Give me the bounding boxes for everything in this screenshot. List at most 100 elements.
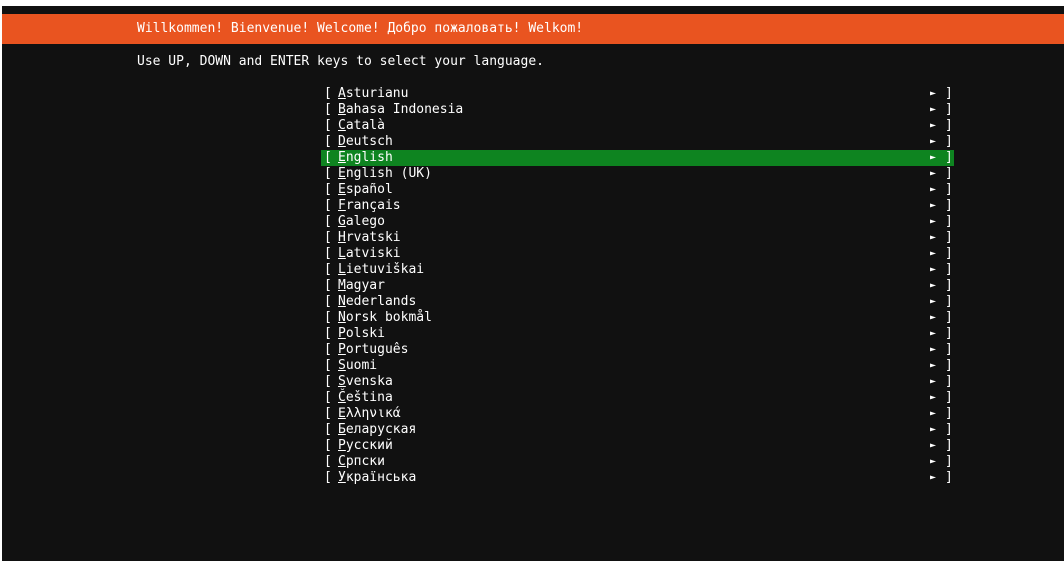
bracket-open: [ — [324, 198, 332, 213]
triangle-right-icon: ► — [930, 216, 937, 227]
triangle-right-icon: ► — [930, 376, 937, 387]
bracket-open: [ — [324, 390, 332, 405]
language-option[interactable]: [ Русский ►] — [321, 438, 954, 454]
bracket-close: ] — [945, 102, 953, 117]
triangle-right-icon: ► — [930, 120, 937, 131]
bracket-open: [ — [324, 438, 332, 453]
language-option-label: Latviski — [338, 246, 401, 261]
language-option[interactable]: [Magyar ►] — [321, 278, 954, 294]
language-option-label: Français — [338, 198, 401, 213]
bracket-open: [ — [324, 374, 332, 389]
bracket-close: ] — [945, 150, 953, 165]
language-option[interactable]: [ Hrvatski ►] — [321, 230, 954, 246]
language-option-label: Hrvatski — [338, 230, 401, 245]
language-option-label: Беларуская — [338, 422, 417, 437]
language-option-label: Ελληνικά — [338, 406, 401, 421]
language-option[interactable]: [Español ►] — [321, 182, 954, 198]
bracket-open: [ — [324, 406, 332, 421]
bracket-close: ] — [945, 390, 953, 405]
language-option-label: Asturianu — [338, 86, 409, 101]
instructions-text: Use UP, DOWN and ENTER keys to select yo… — [137, 54, 544, 69]
bracket-close: ] — [945, 246, 953, 261]
bracket-open: [ — [324, 422, 332, 437]
bracket-open: [ — [324, 326, 332, 341]
language-option-label: Bahasa Indonesia — [338, 102, 464, 117]
language-option-label: Српски — [338, 454, 385, 469]
bracket-open: [ — [324, 134, 332, 149]
bracket-open: [ — [324, 294, 332, 309]
language-option-label: Українська — [338, 470, 417, 485]
language-option-label: Español — [338, 182, 393, 197]
language-option[interactable]: [Ελληνικά ►] — [321, 406, 954, 422]
bracket-close: ] — [945, 470, 953, 485]
language-option-label: Deutsch — [338, 134, 393, 149]
language-option[interactable]: [ Latviski ►] — [321, 246, 954, 262]
triangle-right-icon: ► — [930, 424, 937, 435]
language-option-label: Svenska — [338, 374, 393, 389]
language-option[interactable]: [ Čeština ►] — [321, 390, 954, 406]
language-option[interactable]: [Lietuviškai ►] — [321, 262, 954, 278]
bracket-open: [ — [324, 86, 332, 101]
language-option-label: Galego — [338, 214, 385, 229]
bracket-close: ] — [945, 262, 953, 277]
bracket-open: [ — [324, 230, 332, 245]
triangle-right-icon: ► — [930, 184, 937, 195]
triangle-right-icon: ► — [930, 472, 937, 483]
language-option[interactable]: [ Українська ►] — [321, 470, 954, 486]
triangle-right-icon: ► — [930, 88, 937, 99]
language-option[interactable]: [ Беларуская ►] — [321, 422, 954, 438]
bracket-close: ] — [945, 438, 953, 453]
triangle-right-icon: ► — [930, 456, 937, 467]
language-option[interactable]: [Galego ►] — [321, 214, 954, 230]
bracket-close: ] — [945, 358, 953, 373]
bracket-open: [ — [324, 310, 332, 325]
language-option[interactable]: [ Svenska ►] — [321, 374, 954, 390]
bracket-close: ] — [945, 86, 953, 101]
bracket-close: ] — [945, 422, 953, 437]
language-option-label: Português — [338, 342, 409, 357]
language-option-label: Nederlands — [338, 294, 417, 309]
triangle-right-icon: ► — [930, 232, 937, 243]
triangle-right-icon: ► — [930, 168, 937, 179]
bracket-open: [ — [324, 342, 332, 357]
language-option[interactable]: [Norsk bokmål ►] — [321, 310, 954, 326]
language-option[interactable]: [Nederlands ►] — [321, 294, 954, 310]
language-option[interactable]: [Deutsch ►] — [321, 134, 954, 150]
triangle-right-icon: ► — [930, 136, 937, 147]
language-option-label: English — [338, 150, 393, 165]
bracket-close: ] — [945, 374, 953, 389]
language-option[interactable]: [English ►] — [321, 150, 954, 166]
language-option[interactable]: [English (UK) ►] — [321, 166, 954, 182]
language-option[interactable]: [Bahasa Indonesia ►] — [321, 102, 954, 118]
header-title: Willkommen! Bienvenue! Welcome! Добро по… — [137, 21, 584, 36]
language-option-label: Русский — [338, 438, 393, 453]
bracket-close: ] — [945, 294, 953, 309]
bracket-open: [ — [324, 102, 332, 117]
triangle-right-icon: ► — [930, 440, 937, 451]
bracket-close: ] — [945, 278, 953, 293]
triangle-right-icon: ► — [930, 392, 937, 403]
bracket-close: ] — [945, 230, 953, 245]
bracket-open: [ — [324, 278, 332, 293]
bracket-open: [ — [324, 470, 332, 485]
bracket-open: [ — [324, 150, 332, 165]
language-option[interactable]: [Português ►] — [321, 342, 954, 358]
triangle-right-icon: ► — [930, 408, 937, 419]
language-option-label: Čeština — [338, 390, 393, 405]
language-option[interactable]: [ Asturianu ►] — [321, 86, 954, 102]
language-option[interactable]: [Français ►] — [321, 198, 954, 214]
language-option[interactable]: [Suomi ►] — [321, 358, 954, 374]
language-option[interactable]: [Català ►] — [321, 118, 954, 134]
language-option[interactable]: [Polski ►] — [321, 326, 954, 342]
language-list: [Asturianu ►] [Bahasa Indonesia ►] [Català ►]… — [321, 86, 954, 486]
triangle-right-icon: ► — [930, 248, 937, 259]
bracket-close: ] — [945, 166, 953, 181]
language-option[interactable]: [Српски ►] — [321, 454, 954, 470]
language-option-label: Polski — [338, 326, 385, 341]
bracket-open: [ — [324, 246, 332, 261]
bracket-open: [ — [324, 358, 332, 373]
bracket-close: ] — [945, 310, 953, 325]
language-option-label: Norsk bokmål — [338, 310, 432, 325]
header-bar: Willkommen! Bienvenue! Welcome! Добро по… — [2, 14, 1064, 44]
bracket-open: [ — [324, 118, 332, 133]
